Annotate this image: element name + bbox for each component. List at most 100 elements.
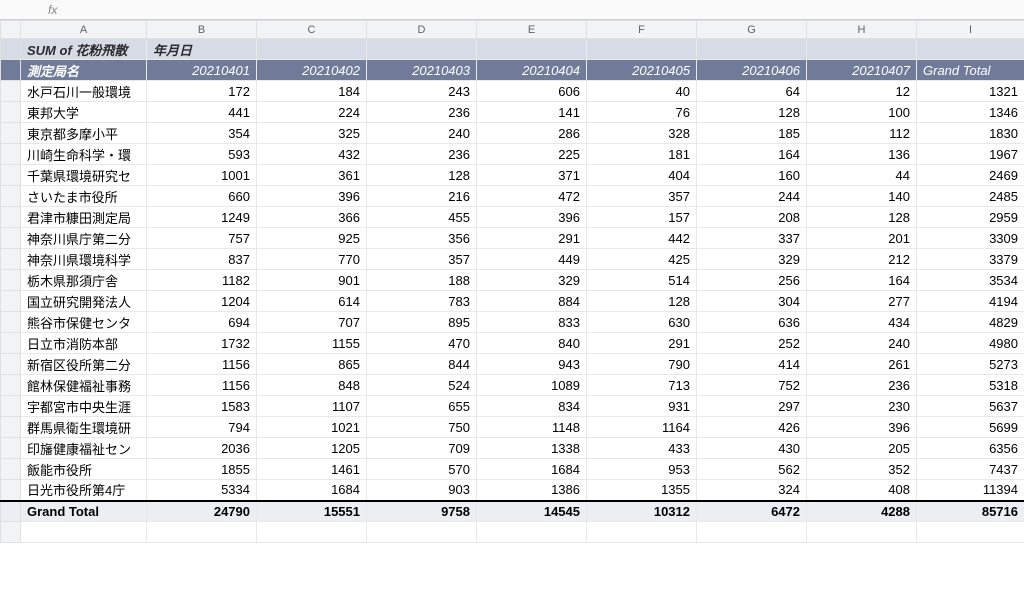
grand-total-cell: 10312 — [587, 501, 697, 522]
data-cell: 164 — [807, 270, 917, 291]
empty-cell[interactable] — [697, 522, 807, 543]
formula-bar[interactable]: fx — [0, 0, 1024, 20]
table-row[interactable]: 君津市糠田測定局12493664553961572081282959 — [1, 207, 1024, 228]
table-row[interactable]: 宇都宮市中央生涯158311076558349312972305637 — [1, 396, 1024, 417]
col-header[interactable]: F — [587, 21, 697, 39]
empty-cell[interactable] — [807, 522, 917, 543]
row-header[interactable] — [1, 60, 21, 81]
table-row[interactable]: 日立市消防本部173211554708402912522404980 — [1, 333, 1024, 354]
row-header[interactable] — [1, 249, 21, 270]
table-row[interactable]: 群馬県衛生環境研7941021750114811644263965699 — [1, 417, 1024, 438]
row-header[interactable] — [1, 438, 21, 459]
grand-total-row[interactable]: Grand Total24790155519758145451031264724… — [1, 501, 1024, 522]
row-header[interactable] — [1, 375, 21, 396]
table-row[interactable]: 新宿区役所第二分11568658449437904142615273 — [1, 354, 1024, 375]
data-cell: 752 — [697, 375, 807, 396]
data-cell: 366 — [257, 207, 367, 228]
row-header[interactable] — [1, 186, 21, 207]
pivot-col-header: 20210407 — [807, 60, 917, 81]
data-cell: 430 — [697, 438, 807, 459]
row-header[interactable] — [1, 207, 21, 228]
row-header[interactable] — [1, 270, 21, 291]
row-header[interactable] — [1, 396, 21, 417]
table-row[interactable]: 栃木県那須庁舎11829011883295142561643534 — [1, 270, 1024, 291]
row-header[interactable] — [1, 312, 21, 333]
empty-cell[interactable] — [917, 522, 1024, 543]
data-cell: 404 — [587, 165, 697, 186]
table-row[interactable]: 東邦大学441224236141761281001346 — [1, 102, 1024, 123]
row-header[interactable] — [1, 291, 21, 312]
table-row[interactable]: 飯能市役所1855146157016849535623527437 — [1, 459, 1024, 480]
table-row[interactable]: 日光市役所第4庁533416849031386135532440811394 — [1, 480, 1024, 501]
data-cell: 205 — [807, 438, 917, 459]
table-row[interactable]: 東京都多摩小平3543252402863281851121830 — [1, 123, 1024, 144]
table-row[interactable]: 川崎生命科学・環5934322362251811641361967 — [1, 144, 1024, 165]
data-cell: 844 — [367, 354, 477, 375]
empty-cell[interactable] — [587, 522, 697, 543]
pivot-col-header: 20210406 — [697, 60, 807, 81]
data-cell: 277 — [807, 291, 917, 312]
row-header[interactable] — [1, 333, 21, 354]
col-header[interactable]: H — [807, 21, 917, 39]
table-row[interactable]: 館林保健福祉事務115684852410897137522365318 — [1, 375, 1024, 396]
data-cell: 136 — [807, 144, 917, 165]
table-row[interactable]: 神奈川県庁第二分7579253562914423372013309 — [1, 228, 1024, 249]
row-header[interactable] — [1, 480, 21, 501]
row-header[interactable] — [1, 123, 21, 144]
data-cell: 655 — [367, 396, 477, 417]
col-header[interactable]: B — [147, 21, 257, 39]
data-cell: 606 — [477, 81, 587, 102]
row-header[interactable] — [1, 354, 21, 375]
data-cell: 925 — [257, 228, 367, 249]
grand-total-cell: 4288 — [807, 501, 917, 522]
row-header[interactable] — [1, 522, 21, 543]
col-header[interactable]: A — [21, 21, 147, 39]
data-cell: 593 — [147, 144, 257, 165]
data-cell: 325 — [257, 123, 367, 144]
table-row[interactable]: 神奈川県環境科学8377703574494253292123379 — [1, 249, 1024, 270]
data-cell: 840 — [477, 333, 587, 354]
spreadsheet-grid[interactable]: A B C D E F G H I SUM of 花粉飛散年月日測定局名2021… — [0, 20, 1024, 543]
data-cell: 396 — [477, 207, 587, 228]
empty-cell[interactable] — [147, 522, 257, 543]
empty-cell[interactable] — [367, 522, 477, 543]
row-header[interactable] — [1, 501, 21, 522]
row-header[interactable] — [1, 228, 21, 249]
table-row[interactable]: 熊谷市保健センタ6947078958336306364344829 — [1, 312, 1024, 333]
row-label: 神奈川県庁第二分 — [21, 228, 147, 249]
col-header[interactable]: C — [257, 21, 367, 39]
data-cell: 5699 — [917, 417, 1024, 438]
empty-cell[interactable] — [257, 522, 367, 543]
pivot-measure-label: SUM of 花粉飛散 — [21, 39, 147, 60]
row-header[interactable] — [1, 144, 21, 165]
row-header[interactable] — [1, 459, 21, 480]
row-header[interactable] — [1, 417, 21, 438]
corner-cell[interactable] — [1, 21, 21, 39]
table-row[interactable]: 印旛健康福祉セン2036120570913384334302056356 — [1, 438, 1024, 459]
table-row[interactable]: 国立研究開発法人12046147838841283042774194 — [1, 291, 1024, 312]
column-header-row[interactable]: A B C D E F G H I — [1, 21, 1024, 39]
data-cell: 1156 — [147, 354, 257, 375]
col-header[interactable]: G — [697, 21, 807, 39]
data-cell: 361 — [257, 165, 367, 186]
data-cell: 426 — [697, 417, 807, 438]
data-cell: 337 — [697, 228, 807, 249]
row-header[interactable] — [1, 102, 21, 123]
col-header[interactable]: E — [477, 21, 587, 39]
table-row[interactable]: 水戸石川一般環境1721842436064064121321 — [1, 81, 1024, 102]
data-cell: 750 — [367, 417, 477, 438]
row-header[interactable] — [1, 81, 21, 102]
table-row[interactable]: さいたま市役所6603962164723572441402485 — [1, 186, 1024, 207]
col-header[interactable]: I — [917, 21, 1024, 39]
data-cell: 1001 — [147, 165, 257, 186]
data-cell: 5637 — [917, 396, 1024, 417]
row-header[interactable] — [1, 165, 21, 186]
data-cell: 329 — [697, 249, 807, 270]
grand-total-cell: 9758 — [367, 501, 477, 522]
table-row[interactable]: 千葉県環境研究セ1001361128371404160442469 — [1, 165, 1024, 186]
empty-cell[interactable] — [477, 522, 587, 543]
col-header[interactable]: D — [367, 21, 477, 39]
data-cell: 4980 — [917, 333, 1024, 354]
empty-cell[interactable] — [21, 522, 147, 543]
row-header[interactable] — [1, 39, 21, 60]
